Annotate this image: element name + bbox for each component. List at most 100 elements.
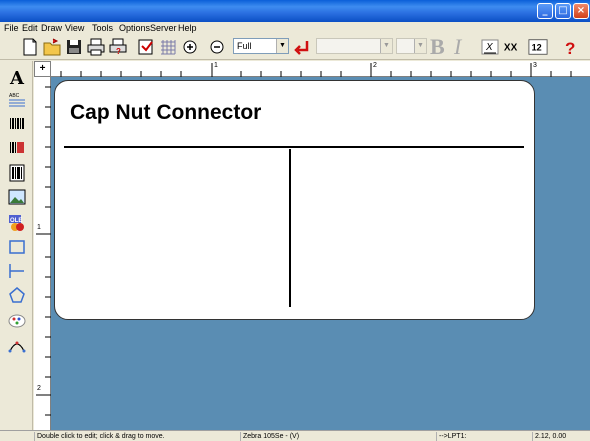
menu-edit[interactable]: Edit xyxy=(22,23,38,34)
menu-options[interactable]: Options xyxy=(119,23,150,34)
minimize-button[interactable]: _ xyxy=(537,3,553,19)
bold-button[interactable]: B xyxy=(430,36,445,58)
picture-icon xyxy=(8,189,26,205)
2d-barcode-icon xyxy=(9,164,25,182)
ruler-number: 2 xyxy=(373,62,377,69)
status-hint: Double click to edit; click & drag to mo… xyxy=(34,432,240,441)
menu-server[interactable]: Server xyxy=(150,23,177,34)
paragraph-tool[interactable]: ABC xyxy=(7,91,27,111)
open-folder-icon xyxy=(43,38,61,56)
print-preview-button[interactable]: ? xyxy=(108,37,128,57)
help-button[interactable]: ? xyxy=(560,37,580,58)
svg-text:A: A xyxy=(9,68,25,87)
save-button[interactable] xyxy=(64,37,84,57)
ellipse-tool[interactable] xyxy=(7,311,27,331)
ole-object-tool[interactable]: OLE xyxy=(7,213,27,233)
ellipse-icon xyxy=(8,314,26,328)
ruler-number: 1 xyxy=(214,62,218,69)
label-title-text[interactable]: Cap Nut Connector xyxy=(70,101,261,125)
print-preview-icon: ? xyxy=(109,38,127,56)
italic-button[interactable]: I xyxy=(454,36,461,58)
text-tool[interactable]: A xyxy=(7,67,27,89)
line-tool[interactable] xyxy=(7,261,27,281)
label-preview[interactable]: Cap Nut Connector xyxy=(54,80,535,320)
menu-draw[interactable]: Draw xyxy=(41,23,62,34)
status-bar: Double click to edit; click & drag to mo… xyxy=(0,430,590,441)
ruler-origin-button[interactable]: + xyxy=(34,61,51,77)
zoom-out-button[interactable] xyxy=(207,37,227,57)
rotate-arrow-icon xyxy=(294,41,309,55)
polygon-tool[interactable] xyxy=(7,285,27,305)
zoom-value: Full xyxy=(237,41,252,51)
rotate-button[interactable] xyxy=(292,37,312,57)
horizontal-ruler-ticks xyxy=(60,63,572,77)
text-x-icon: X xyxy=(481,39,499,55)
grid-icon xyxy=(161,40,176,55)
barcode-tool[interactable] xyxy=(7,115,27,135)
ruler-number: 2 xyxy=(37,385,41,392)
label-edit-icon xyxy=(138,39,153,55)
size-12-button[interactable]: 12 xyxy=(528,37,550,57)
text-a-icon: A xyxy=(9,68,25,89)
barcode-color-icon xyxy=(10,142,24,153)
text-style-button[interactable]: X xyxy=(480,37,500,57)
zoom-out-icon xyxy=(210,40,224,54)
arc-icon xyxy=(8,341,26,353)
status-printer: Zebra 105Se - (V) xyxy=(240,432,436,441)
chevron-down-icon: ▼ xyxy=(276,39,288,53)
zoom-in-button[interactable] xyxy=(180,37,200,57)
chevron-down-icon: ▼ xyxy=(414,39,426,53)
maximize-icon: □ xyxy=(558,5,568,16)
menu-help[interactable]: Help xyxy=(178,23,197,34)
status-port: -->LPT1: xyxy=(436,432,532,441)
wide-text-button[interactable]: XX xyxy=(503,37,525,57)
picture-tool[interactable] xyxy=(7,187,27,207)
barcode-color-tool[interactable] xyxy=(7,139,27,159)
menu-tools[interactable]: Tools xyxy=(92,23,113,34)
line-icon xyxy=(9,264,24,278)
new-file-button[interactable] xyxy=(20,37,40,57)
font-select[interactable]: ▼ xyxy=(316,38,393,54)
arc-tool[interactable] xyxy=(7,335,27,355)
menu-bar: File Edit Draw View Tools Options Server… xyxy=(0,22,590,35)
grid-button[interactable] xyxy=(158,37,178,57)
label-horizontal-line[interactable] xyxy=(64,146,524,148)
title-bar: _ □ × xyxy=(0,0,590,22)
polygon-icon xyxy=(9,287,25,303)
chevron-down-icon: ▼ xyxy=(380,39,392,53)
barcode-icon xyxy=(10,118,24,129)
open-file-button[interactable] xyxy=(42,37,62,57)
size-12-label: 12 xyxy=(532,43,542,53)
menu-file[interactable]: File xyxy=(4,23,19,34)
rectangle-tool[interactable] xyxy=(7,237,27,257)
design-canvas[interactable]: Cap Nut Connector xyxy=(51,77,590,430)
print-button[interactable] xyxy=(86,37,106,57)
ruler-number: 3 xyxy=(533,62,537,69)
size-12-icon: 12 xyxy=(528,39,548,55)
edit-label-button[interactable] xyxy=(136,37,156,57)
2d-barcode-tool[interactable] xyxy=(7,163,27,183)
svg-text:?: ? xyxy=(116,47,121,56)
wide-text-icon: XX xyxy=(504,43,518,54)
tool-palette: A ABC OLE xyxy=(0,61,33,430)
label-vertical-line[interactable] xyxy=(289,149,291,307)
main-toolbar: ? Full ▼ ▼ ▼ B I X XX 12 ? xyxy=(0,35,590,60)
close-icon: × xyxy=(576,5,586,16)
zoom-select[interactable]: Full ▼ xyxy=(233,38,289,54)
vertical-ruler-ticks xyxy=(36,86,51,416)
status-coordinates: 2.12, 0.00 xyxy=(532,432,584,441)
menu-view[interactable]: View xyxy=(65,23,84,34)
vertical-ruler: 1 2 xyxy=(34,77,51,430)
printer-icon xyxy=(87,38,105,56)
wide-text-label: XX xyxy=(504,43,518,54)
font-size-select[interactable]: ▼ xyxy=(396,38,427,54)
help-question-icon: ? xyxy=(565,39,575,58)
ruler-number: 1 xyxy=(37,224,41,231)
zoom-in-icon xyxy=(183,40,197,54)
ole-object-icon: OLE xyxy=(9,215,24,231)
close-button[interactable]: × xyxy=(573,3,589,19)
svg-text:ABC: ABC xyxy=(9,93,20,99)
text-x-label: X xyxy=(485,42,493,53)
help-label: ? xyxy=(565,39,575,57)
maximize-button[interactable]: □ xyxy=(555,3,571,19)
